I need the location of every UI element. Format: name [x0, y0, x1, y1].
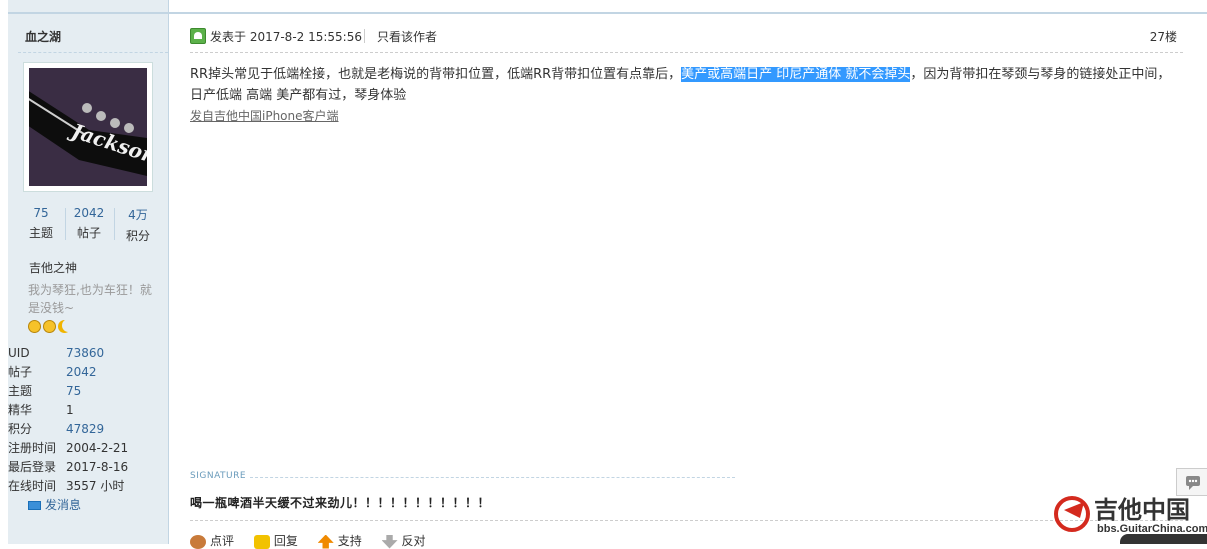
- floating-bar: [1120, 534, 1207, 544]
- smiley-icon: [28, 320, 41, 333]
- info-key: 最后登录: [8, 460, 57, 474]
- info-key: 主题: [8, 384, 33, 398]
- post-time: 发表于 2017-8-2 15:55:56: [210, 30, 362, 44]
- top-bar: [0, 0, 1207, 14]
- reply-button[interactable]: 回复: [253, 532, 298, 549]
- action-label: 回复: [273, 534, 298, 548]
- footer-rule: [190, 520, 1183, 521]
- post-floor[interactable]: 27楼: [1150, 28, 1177, 45]
- guitarchina-logo-icon: 吉他中国 bbs.GuitarChina.com: [1054, 496, 1207, 536]
- info-value[interactable]: 47829: [66, 422, 104, 436]
- info-value: 3557 小时: [66, 479, 125, 493]
- stat-value[interactable]: 75: [18, 206, 64, 220]
- info-key: 注册时间: [8, 441, 57, 455]
- thumbs-up-icon: [317, 534, 334, 549]
- user-rank: 吉他之神: [29, 261, 78, 275]
- header-rule: [190, 52, 1183, 53]
- only-author-link[interactable]: 只看该作者: [377, 28, 437, 45]
- info-row-online-time: 在线时间 3557 小时: [8, 477, 128, 496]
- content-text: RR掉头常见于低端栓接，也就是老梅说的背带扣位置，低端RR背带扣位置有点靠后，: [190, 67, 682, 82]
- info-value[interactable]: 75: [66, 384, 81, 398]
- signature-label: SIGNATURE: [190, 471, 247, 481]
- stat-label: 积分: [125, 229, 150, 243]
- info-value: 2004-2-21: [66, 441, 129, 455]
- info-row-last-login: 最后登录 2017-8-16: [8, 458, 128, 477]
- info-value: 2017-8-16: [66, 460, 129, 474]
- stat-points[interactable]: 4万 积分: [115, 206, 161, 244]
- info-row-posts: 帖子 2042: [8, 363, 128, 382]
- stat-value[interactable]: 4万: [115, 206, 161, 223]
- selected-text: 美产或高端日产 印尼产通体 就不会掉头: [681, 67, 911, 82]
- info-row-registered: 注册时间 2004-2-21: [8, 439, 128, 458]
- stat-label: 帖子: [76, 226, 101, 240]
- info-value[interactable]: 73860: [66, 346, 104, 360]
- user-stats: 75 主题 2042 帖子 4万 积分: [18, 206, 159, 244]
- send-message-link[interactable]: 发消息: [28, 496, 81, 513]
- source-link[interactable]: 发自吉他中国iPhone客户端: [190, 107, 339, 124]
- comment-button[interactable]: 点评: [190, 532, 234, 549]
- stat-value[interactable]: 2042: [66, 206, 112, 220]
- moon-icon: [58, 320, 71, 333]
- site-watermark: 吉他中国 bbs.GuitarChina.com: [1050, 488, 1207, 538]
- info-key: 积分: [8, 422, 33, 436]
- info-key: 精华: [8, 403, 33, 417]
- post-header: 发表于 2017-8-2 15:55:56 只看该作者 27楼: [190, 24, 1177, 46]
- svg-text:吉他中国: 吉他中国: [1094, 497, 1190, 524]
- info-value: 1: [66, 403, 74, 417]
- avatar[interactable]: Jackson: [23, 62, 153, 192]
- post-content: RR掉头常见于低端栓接，也就是老梅说的背带扣位置，低端RR背带扣位置有点靠后，美…: [190, 64, 1180, 106]
- info-row-digest: 精华 1: [8, 401, 128, 420]
- top-separator: [8, 12, 1207, 14]
- reply-icon: [253, 534, 270, 549]
- online-status-icon: [190, 28, 206, 44]
- support-button[interactable]: 支持: [317, 532, 362, 549]
- user-motto: 我为琴狂,也为车狂！就是没钱~: [28, 283, 152, 315]
- divider: [18, 52, 168, 53]
- medal-row: [28, 320, 71, 336]
- action-label: 反对: [401, 534, 426, 548]
- stat-posts[interactable]: 2042 帖子: [66, 206, 112, 241]
- post-actions: 点评 回复 支持 反对: [190, 532, 442, 549]
- send-message-label: 发消息: [45, 498, 82, 512]
- info-key: 帖子: [8, 365, 33, 379]
- avatar-image: Jackson: [29, 68, 147, 186]
- guitar-headstock-icon: Jackson: [29, 68, 147, 186]
- user-sidebar: 血之湖 Jackson 75 主题 2042 帖子 4万 积分 吉他之神 我为琴…: [8, 14, 169, 544]
- stat-topics[interactable]: 75 主题: [18, 206, 64, 241]
- info-key: 在线时间: [8, 479, 57, 493]
- action-label: 支持: [337, 534, 362, 548]
- oppose-button[interactable]: 反对: [381, 532, 426, 549]
- mail-icon: [28, 501, 41, 510]
- info-value[interactable]: 2042: [66, 365, 97, 379]
- info-row-points: 积分 47829: [8, 420, 128, 439]
- signature-rule: [250, 477, 735, 478]
- header-divider: [364, 29, 365, 43]
- thumbs-down-icon: [381, 534, 398, 549]
- stat-label: 主题: [28, 226, 53, 240]
- info-key: UID: [8, 346, 30, 360]
- comment-icon: [190, 534, 206, 549]
- smiley-icon: [43, 320, 56, 333]
- signature-text: 喝一瓶啤酒半天缓不过来劲儿！！！！！！！！！！！: [190, 496, 491, 510]
- info-row-topics: 主题 75: [8, 382, 128, 401]
- username[interactable]: 血之湖: [25, 28, 61, 45]
- user-info: UID 73860 帖子 2042 主题 75 精华 1 积分 47829 注册时间 200…: [8, 344, 128, 496]
- action-label: 点评: [210, 534, 235, 548]
- info-row-uid: UID 73860: [8, 344, 128, 363]
